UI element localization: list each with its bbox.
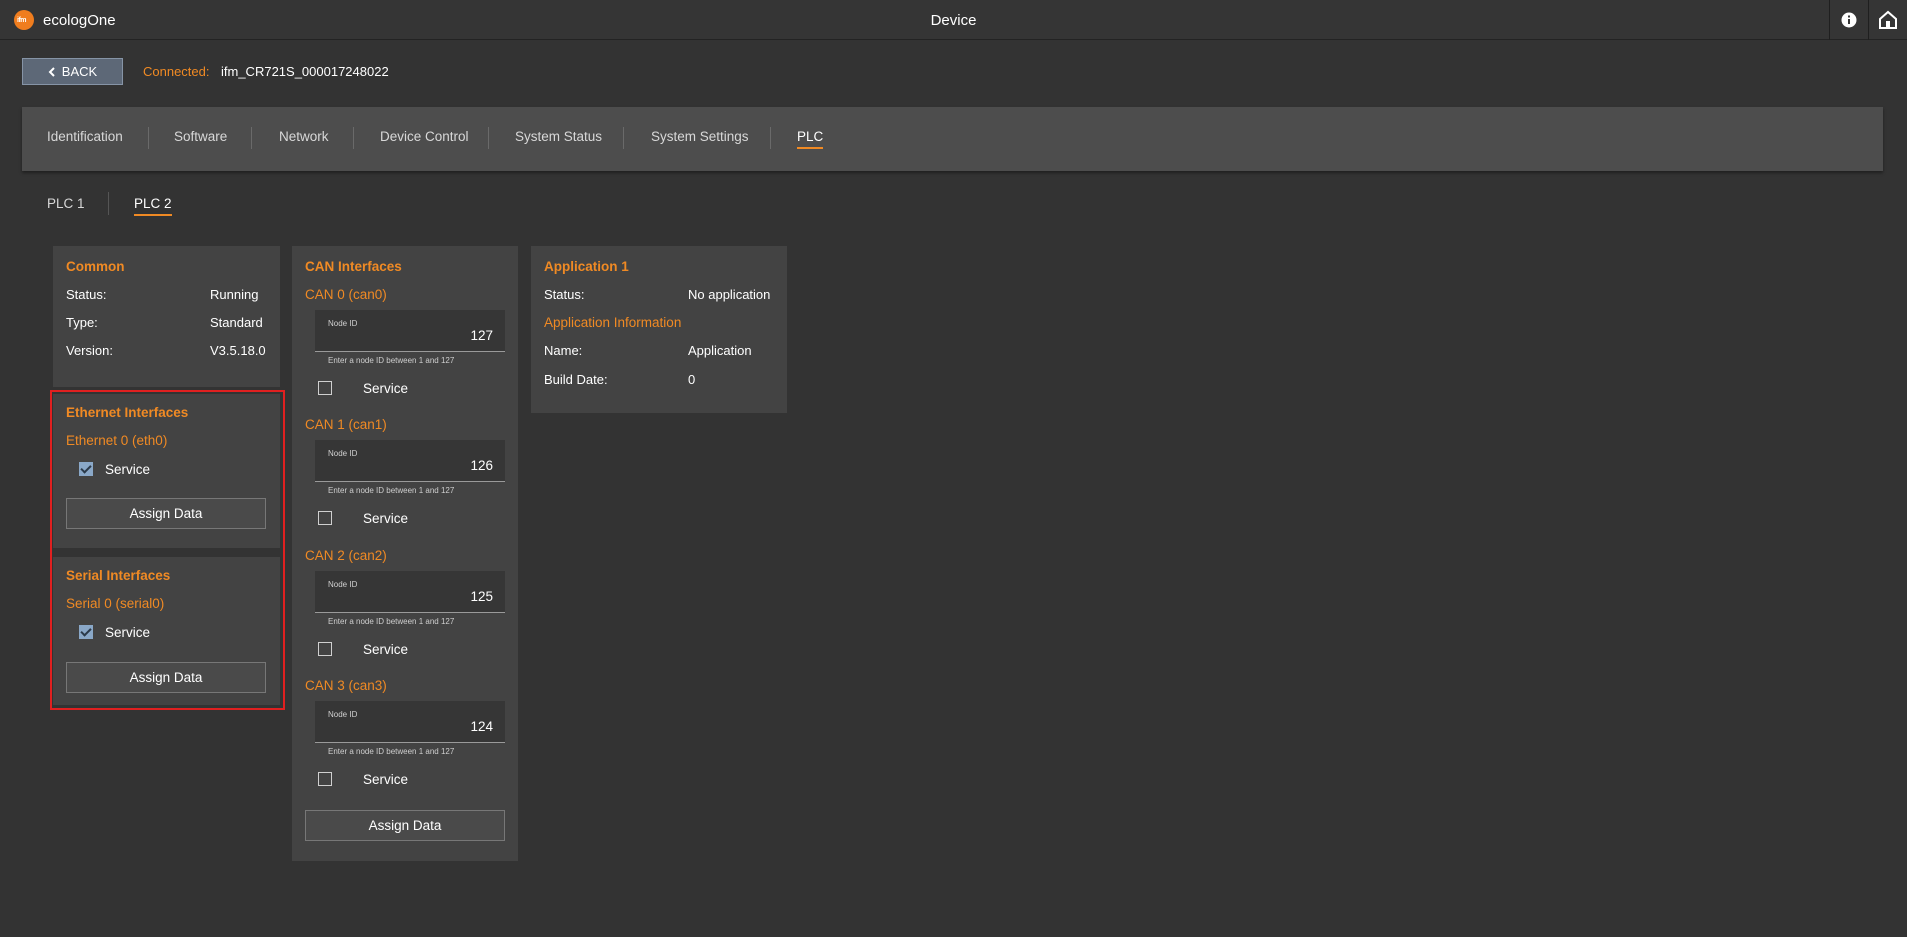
application-name-value: Application <box>688 343 752 358</box>
can2-name: CAN 2 (can2) <box>305 548 387 563</box>
window-title: Device <box>930 12 977 29</box>
tab-divider <box>148 127 149 149</box>
back-button[interactable]: BACK <box>22 58 123 85</box>
can2-service-label: Service <box>363 642 409 657</box>
can3-node-id-label: Node ID <box>328 710 358 719</box>
common-type-value: Standard <box>210 315 263 330</box>
tab-system-settings[interactable]: System Settings <box>651 129 749 147</box>
tab-divider <box>353 127 354 149</box>
can3-node-id-value: 124 <box>470 719 493 734</box>
tab-network[interactable]: Network <box>279 129 329 147</box>
application-status-value: No application <box>688 287 771 302</box>
can-assign-data-button[interactable]: Assign Data <box>305 810 505 841</box>
can2-node-id-field[interactable]: Node ID 125 <box>315 571 505 613</box>
can2-node-id-value: 125 <box>470 589 493 604</box>
can0-node-id-value: 127 <box>470 328 493 343</box>
serial-assign-data-button[interactable]: Assign Data <box>66 662 266 693</box>
serial-service-label: Service <box>105 625 151 640</box>
tab-divider <box>251 127 252 149</box>
ethernet-interface-name: Ethernet 0 (eth0) <box>66 433 168 448</box>
info-button[interactable] <box>1830 0 1868 40</box>
can1-help-text: Enter a node ID between 1 and 127 <box>328 486 455 495</box>
ethernet-title: Ethernet Interfaces <box>66 405 189 420</box>
can3-node-id-field[interactable]: Node ID 124 <box>315 701 505 743</box>
can1-node-id-label: Node ID <box>328 449 358 458</box>
tab-device-control[interactable]: Device Control <box>380 129 469 147</box>
can3-service-label: Service <box>363 772 409 787</box>
title-bar: ifm ecologOne Device <box>0 0 1907 40</box>
tab-plc[interactable]: PLC <box>797 129 824 149</box>
can3-service-checkbox[interactable] <box>318 772 332 786</box>
ethernet-card: Ethernet Interfaces Ethernet 0 (eth0) Se… <box>53 394 280 548</box>
back-label: BACK <box>61 64 98 79</box>
serial-title: Serial Interfaces <box>66 568 171 583</box>
serial-interface-name: Serial 0 (serial0) <box>66 596 165 611</box>
can1-service-checkbox[interactable] <box>318 511 332 525</box>
subtab-plc2[interactable]: PLC 2 <box>134 196 172 216</box>
can-title: CAN Interfaces <box>305 259 402 274</box>
can3-name: CAN 3 (can3) <box>305 678 387 693</box>
can0-service-label: Service <box>363 381 409 396</box>
can1-node-id-field[interactable]: Node ID 126 <box>315 440 505 482</box>
subtab-divider <box>108 192 109 215</box>
common-version-value: V3.5.18.0 <box>210 343 266 358</box>
common-card: Common Status: Running Type: Standard Ve… <box>53 246 280 387</box>
tab-divider <box>770 127 771 149</box>
can1-name: CAN 1 (can1) <box>305 417 387 432</box>
home-icon <box>1879 10 1897 29</box>
tab-divider <box>488 127 489 149</box>
application-title: Application 1 <box>544 259 629 274</box>
application-info-title: Application Information <box>544 315 682 330</box>
can-card: CAN Interfaces CAN 0 (can0) Node ID 127 … <box>292 246 518 861</box>
common-title: Common <box>66 259 125 274</box>
common-status-value: Running <box>210 287 259 302</box>
serial-card: Serial Interfaces Serial 0 (serial0) Ser… <box>53 557 280 705</box>
main-tab-bar: Identification Software Network Device C… <box>22 107 1883 171</box>
tab-divider <box>623 127 624 149</box>
tab-software[interactable]: Software <box>174 129 227 147</box>
tab-system-status[interactable]: System Status <box>515 129 602 147</box>
common-version-key: Version: <box>66 343 113 358</box>
subtab-plc1[interactable]: PLC 1 <box>47 196 85 214</box>
can2-service-checkbox[interactable] <box>318 642 332 656</box>
application-status-key: Status: <box>544 287 585 302</box>
can2-help-text: Enter a node ID between 1 and 127 <box>328 617 455 626</box>
home-button[interactable] <box>1869 0 1907 40</box>
can3-help-text: Enter a node ID between 1 and 127 <box>328 747 455 756</box>
application-build-date-value: 0 <box>688 372 696 387</box>
common-type-key: Type: <box>66 315 98 330</box>
can0-service-checkbox[interactable] <box>318 381 332 395</box>
serial-service-checkbox[interactable] <box>79 625 93 639</box>
can0-help-text: Enter a node ID between 1 and 127 <box>328 356 455 365</box>
ethernet-service-checkbox[interactable] <box>79 462 93 476</box>
connected-device: ifm_CR721S_000017248022 <box>221 64 389 79</box>
can0-name: CAN 0 (can0) <box>305 287 387 302</box>
can0-node-id-field[interactable]: Node ID 127 <box>315 310 505 352</box>
application-build-date-key: Build Date: <box>544 372 608 387</box>
application-name-key: Name: <box>544 343 583 358</box>
can2-node-id-label: Node ID <box>328 580 358 589</box>
can1-node-id-value: 126 <box>470 458 493 473</box>
tab-identification[interactable]: Identification <box>47 129 123 147</box>
can1-service-label: Service <box>363 511 409 526</box>
can0-node-id-label: Node ID <box>328 319 358 328</box>
connected-label: Connected: <box>143 64 210 79</box>
common-status-key: Status: <box>66 287 107 302</box>
info-icon <box>1841 12 1857 28</box>
ethernet-assign-data-button[interactable]: Assign Data <box>66 498 266 529</box>
chevron-left-icon <box>48 66 55 77</box>
ethernet-service-label: Service <box>105 462 151 477</box>
application-card: Application 1 Status: No application App… <box>531 246 787 413</box>
